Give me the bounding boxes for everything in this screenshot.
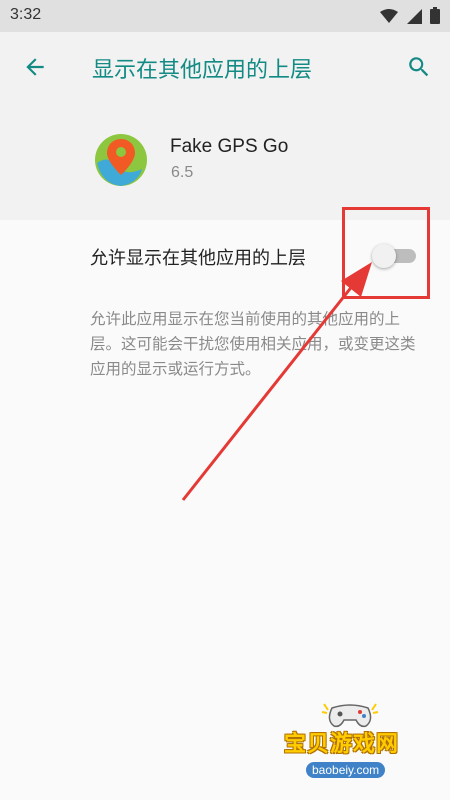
map-pin-icon [95, 134, 147, 186]
status-icons [380, 7, 440, 24]
site-watermark: 宝贝游戏网 baobeiy.com [270, 700, 440, 800]
status-bar: 3:32 [0, 0, 450, 32]
app-version: 6.5 [171, 164, 194, 181]
arrow-left-icon [26, 58, 44, 76]
status-time: 3:32 [10, 6, 42, 23]
permission-description: 允许此应用显示在您当前使用的其他应用的上层。这可能会干扰您使用相关应用，或变更这… [90, 310, 416, 378]
wifi-icon [380, 8, 398, 23]
search-button[interactable] [402, 50, 436, 84]
app-toolbar: 显示在其他应用的上层 [0, 32, 450, 102]
page-title: 显示在其他应用的上层 [92, 58, 313, 83]
app-name: Fake GPS Go [170, 136, 289, 157]
overlay-permission-label: 允许显示在其他应用的上层 [90, 248, 306, 269]
highlight-box [342, 207, 430, 299]
app-info-header: Fake GPS Go 6.5 [0, 102, 450, 220]
search-icon [409, 57, 429, 77]
cellular-icon [407, 8, 422, 24]
back-button[interactable] [20, 52, 50, 82]
watermark-url: baobeiy.com [306, 762, 386, 778]
battery-icon [430, 7, 440, 24]
watermark-title: 宝贝游戏网 [284, 732, 400, 757]
